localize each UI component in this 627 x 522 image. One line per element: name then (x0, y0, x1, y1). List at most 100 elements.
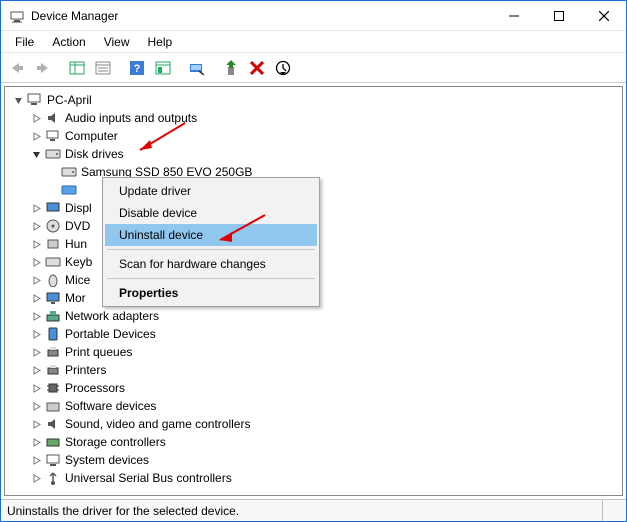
toolbar: ? (1, 53, 626, 83)
expand-icon[interactable] (29, 345, 43, 359)
toolbar-separator (177, 56, 183, 80)
tree-node-disk-drives[interactable]: Disk drives (7, 145, 620, 163)
printer-icon (45, 362, 61, 378)
expand-icon[interactable] (29, 381, 43, 395)
toolbar-separator (117, 56, 123, 80)
ctx-properties[interactable]: Properties (105, 282, 317, 304)
tree-node-sound[interactable]: Sound, video and game controllers (7, 415, 620, 433)
statusbar-grip (602, 500, 620, 521)
tree-node-usb[interactable]: Universal Serial Bus controllers (7, 469, 620, 487)
tree-root-label: PC-April (47, 93, 92, 107)
svg-text:?: ? (134, 63, 141, 75)
disk-icon (61, 182, 77, 198)
node-label: Universal Serial Bus controllers (65, 471, 232, 485)
titlebar: Device Manager (1, 1, 626, 31)
mouse-icon (45, 272, 61, 288)
help-button[interactable]: ? (125, 56, 149, 80)
node-label: Processors (65, 381, 125, 395)
monitor-icon (45, 290, 61, 306)
network-icon (45, 308, 61, 324)
tree-node-portable[interactable]: Portable Devices (7, 325, 620, 343)
expand-icon[interactable] (29, 363, 43, 377)
window-title: Device Manager (31, 9, 491, 23)
expand-icon[interactable] (29, 471, 43, 485)
ctx-uninstall-device[interactable]: Uninstall device (105, 224, 317, 246)
expand-icon[interactable] (29, 417, 43, 431)
storage-icon (45, 434, 61, 450)
node-label: System devices (65, 453, 149, 467)
expand-icon[interactable] (29, 327, 43, 341)
statusbar: Uninstalls the driver for the selected d… (1, 499, 626, 521)
tree-node-printq[interactable]: Print queues (7, 343, 620, 361)
app-icon (9, 8, 25, 24)
close-button[interactable] (581, 1, 626, 30)
tree-node-storage[interactable]: Storage controllers (7, 433, 620, 451)
update-driver-button[interactable] (219, 56, 243, 80)
ctx-scan-hardware[interactable]: Scan for hardware changes (105, 253, 317, 275)
tree-node-software[interactable]: Software devices (7, 397, 620, 415)
collapse-icon[interactable] (29, 147, 43, 161)
show-hide-tree-button[interactable] (65, 56, 89, 80)
toolbar-separator (211, 56, 217, 80)
expand-icon[interactable] (29, 255, 43, 269)
node-label: Printers (65, 363, 106, 377)
node-label: Audio inputs and outputs (65, 111, 197, 125)
dvd-icon (45, 218, 61, 234)
tree-node-audio[interactable]: Audio inputs and outputs (7, 109, 620, 127)
menu-help[interactable]: Help (140, 33, 181, 51)
toolbar-icon[interactable] (151, 56, 175, 80)
node-label: Portable Devices (65, 327, 156, 341)
system-icon (45, 452, 61, 468)
ctx-update-driver[interactable]: Update driver (105, 180, 317, 202)
menu-file[interactable]: File (7, 33, 42, 51)
node-label: Storage controllers (65, 435, 166, 449)
expand-icon[interactable] (29, 399, 43, 413)
expand-icon[interactable] (29, 291, 43, 305)
ctx-disable-device[interactable]: Disable device (105, 202, 317, 224)
properties-button[interactable] (91, 56, 115, 80)
node-label: DVD (65, 219, 90, 233)
keyboard-icon (45, 254, 61, 270)
tree-node-processors[interactable]: Processors (7, 379, 620, 397)
maximize-button[interactable] (536, 1, 581, 30)
expand-icon[interactable] (29, 237, 43, 251)
expand-icon[interactable] (29, 273, 43, 287)
uninstall-button[interactable] (245, 56, 269, 80)
printer-icon (45, 344, 61, 360)
ctx-separator (107, 278, 315, 279)
expand-icon[interactable] (29, 201, 43, 215)
computer-icon (27, 92, 43, 108)
node-label: Mor (65, 291, 86, 305)
node-label: Software devices (65, 399, 156, 413)
node-label: Keyb (65, 255, 92, 269)
menu-action[interactable]: Action (44, 33, 93, 51)
node-label: Sound, video and game controllers (65, 417, 250, 431)
tree-node-printers[interactable]: Printers (7, 361, 620, 379)
sound-icon (45, 416, 61, 432)
expand-icon[interactable] (29, 435, 43, 449)
disk-icon (61, 164, 77, 180)
collapse-icon[interactable] (11, 93, 25, 107)
menu-view[interactable]: View (96, 33, 138, 51)
node-label: Disk drives (65, 147, 124, 161)
tree-node-network[interactable]: Network adapters (7, 307, 620, 325)
node-label: Print queues (65, 345, 132, 359)
expand-icon[interactable] (29, 219, 43, 233)
tree-node-system[interactable]: System devices (7, 451, 620, 469)
tree-root[interactable]: PC-April (7, 91, 620, 109)
minimize-button[interactable] (491, 1, 536, 30)
forward-button[interactable] (31, 56, 55, 80)
expand-icon[interactable] (29, 111, 43, 125)
expand-icon[interactable] (29, 453, 43, 467)
back-button[interactable] (5, 56, 29, 80)
usb-icon (45, 470, 61, 486)
expand-icon[interactable] (29, 309, 43, 323)
menubar: File Action View Help (1, 31, 626, 53)
portable-icon (45, 326, 61, 342)
disable-button[interactable] (271, 56, 295, 80)
scan-hardware-button[interactable] (185, 56, 209, 80)
tree-node-computer[interactable]: Computer (7, 127, 620, 145)
display-icon (45, 200, 61, 216)
expand-icon[interactable] (29, 129, 43, 143)
context-menu: Update driver Disable device Uninstall d… (102, 177, 320, 307)
